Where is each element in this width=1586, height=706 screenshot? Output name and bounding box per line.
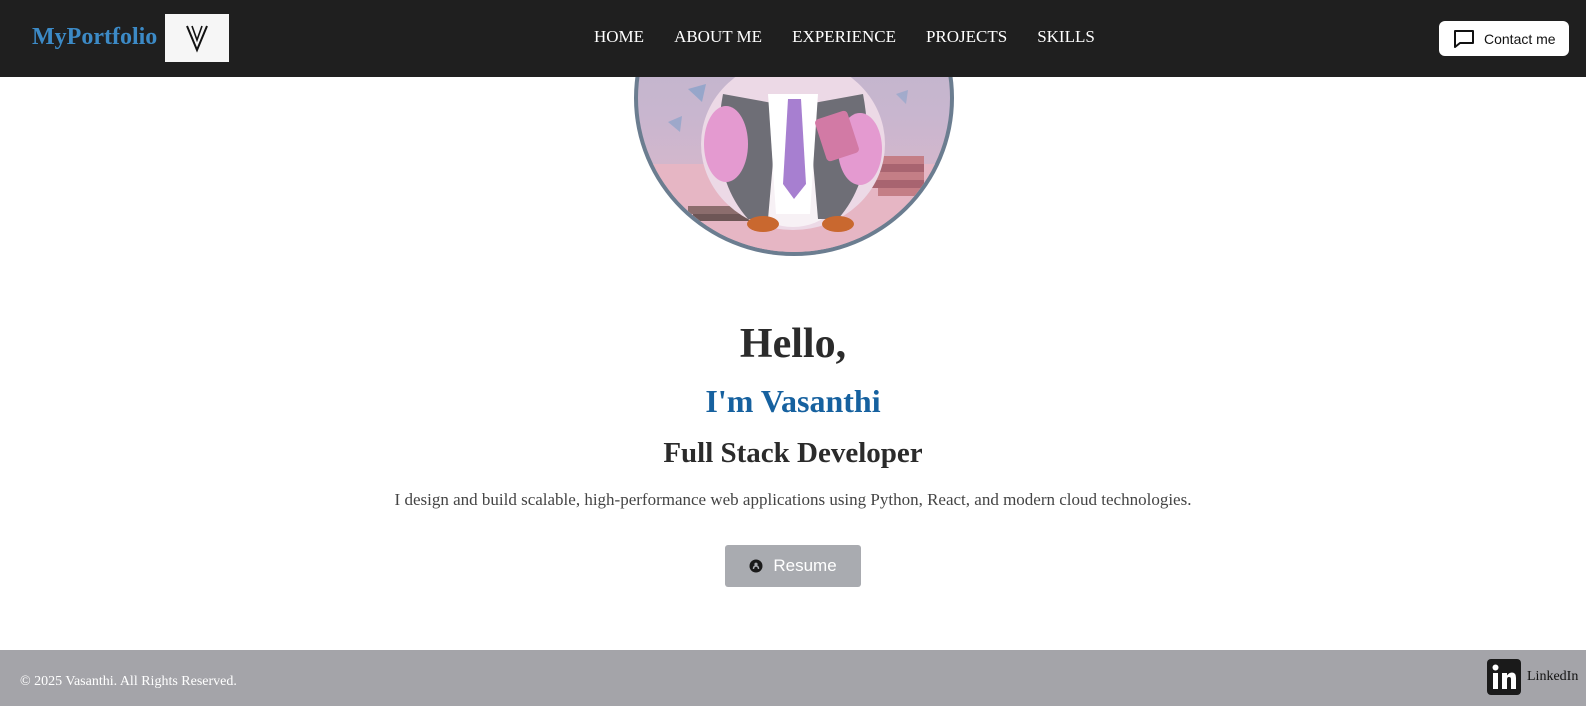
chat-bubble-icon <box>1454 29 1474 48</box>
nav-skills[interactable]: SKILLS <box>1037 27 1095 47</box>
logo-badge[interactable] <box>165 14 229 62</box>
nav-links: HOME ABOUT ME EXPERIENCE PROJECTS SKILLS <box>594 27 1125 47</box>
linkedin-label: LinkedIn <box>1527 669 1579 684</box>
nav-experience[interactable]: EXPERIENCE <box>792 27 896 47</box>
copyright-text: © 2025 Vasanthi. All Rights Reserved. <box>20 674 237 689</box>
nav-projects[interactable]: PROJECTS <box>926 27 1007 47</box>
hero-tagline: I design and build scalable, high-perfor… <box>394 490 1192 509</box>
linkedin-link[interactable]: LinkedIn <box>1487 659 1578 695</box>
nav-home[interactable]: HOME <box>594 27 644 47</box>
nav-about-me[interactable]: ABOUT ME <box>674 27 762 47</box>
page-footer: © 2025 Vasanthi. All Rights Reserved. Li… <box>0 650 1586 706</box>
hero-role: Full Stack Developer <box>663 437 923 469</box>
contact-me-label: Contact me <box>1484 30 1556 47</box>
resume-button[interactable]: Resume <box>725 545 861 587</box>
hero-name: I'm Vasanthi <box>705 383 881 419</box>
v-monogram-icon <box>186 25 208 53</box>
hero-greeting: Hello, <box>739 321 847 367</box>
linkedin-icon <box>1487 659 1521 695</box>
top-navbar: MyPortfolio HOME ABOUT ME EXPERIENCE PRO… <box>0 0 1586 77</box>
brand-link[interactable]: MyPortfolio <box>32 22 157 52</box>
contact-me-button[interactable]: Contact me <box>1439 21 1569 56</box>
github-icon <box>749 559 763 573</box>
resume-label: Resume <box>773 556 837 575</box>
